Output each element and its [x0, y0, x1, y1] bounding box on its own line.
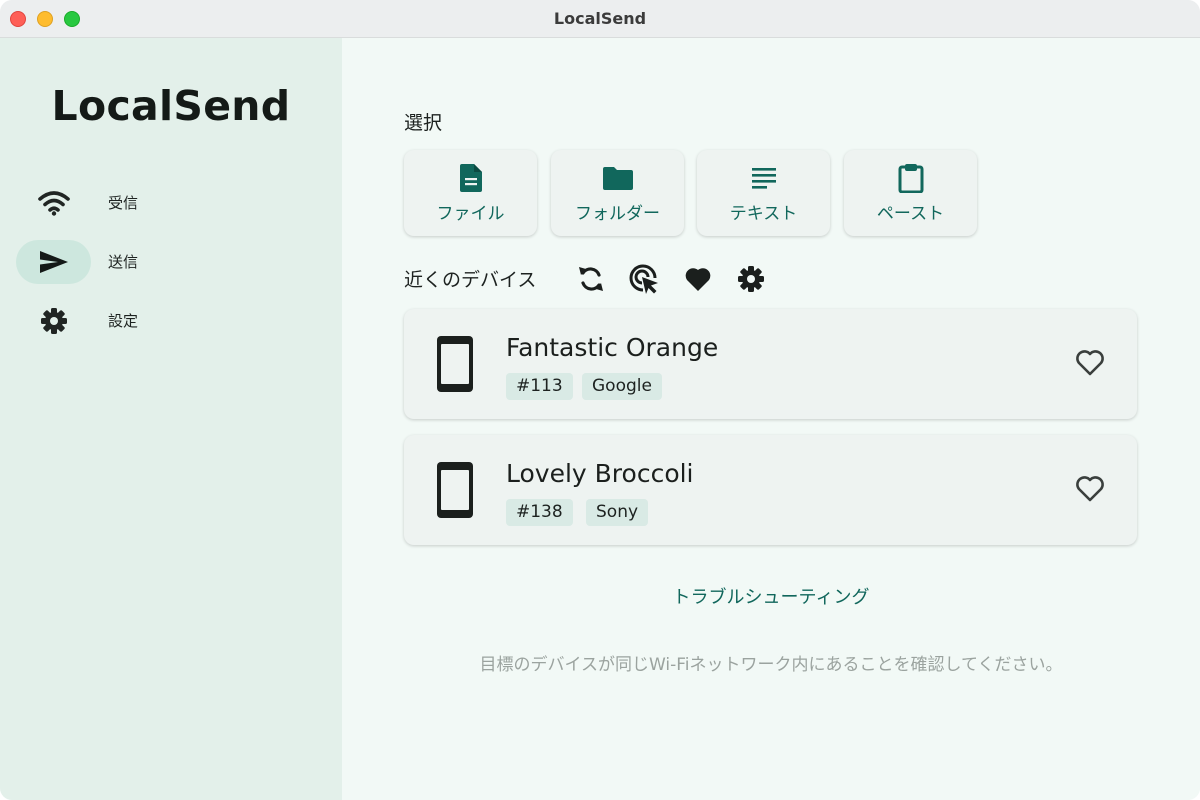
heart-outline-icon[interactable]	[1073, 346, 1107, 380]
window-title: LocalSend	[553, 9, 647, 28]
heart-outline-icon[interactable]	[1073, 472, 1107, 506]
wifi-icon	[16, 181, 91, 225]
gear-icon	[16, 299, 91, 343]
sidebar-item-label: 設定	[108, 312, 139, 330]
smartphone-icon	[436, 461, 474, 523]
clipboard-icon	[898, 164, 924, 193]
device-card[interactable]: Fantastic Orange #113 Google	[404, 309, 1137, 419]
select-paste-button[interactable]: ペースト	[844, 150, 977, 236]
sidebar-item-send[interactable]: 送信	[16, 240, 316, 284]
sidebar-item-settings[interactable]: 設定	[16, 299, 316, 343]
folder-icon	[602, 164, 633, 192]
troubleshooting-link[interactable]: トラブルシューティング	[342, 583, 1200, 609]
select-text-button[interactable]: テキスト	[697, 150, 830, 236]
selection-title: 選択	[404, 112, 443, 134]
refresh-icon[interactable]	[576, 264, 606, 294]
device-name: Lovely Broccoli	[506, 459, 694, 488]
select-text-label: テキスト	[729, 204, 798, 224]
device-name: Fantastic Orange	[506, 333, 719, 362]
device-id-tag: #113	[506, 373, 573, 400]
app-title: LocalSend	[51, 82, 291, 130]
target-click-icon[interactable]	[629, 264, 659, 294]
select-paste-label: ペースト	[876, 204, 945, 224]
favorite-heart-icon[interactable]	[683, 264, 713, 294]
sidebar-item-receive[interactable]: 受信	[16, 181, 316, 225]
gear-icon[interactable]	[736, 264, 766, 294]
file-icon	[459, 164, 482, 192]
sidebar-item-label: 受信	[108, 194, 139, 212]
select-file-button[interactable]: ファイル	[404, 150, 537, 236]
title-bar: LocalSend	[0, 0, 1200, 38]
device-brand-tag: Sony	[586, 499, 649, 526]
device-card[interactable]: Lovely Broccoli #138 Sony	[404, 435, 1137, 545]
app-window: LocalSend LocalSend 受信 送信 設定 選択 ファイル フォル…	[0, 0, 1200, 800]
smartphone-icon	[436, 335, 474, 397]
select-file-label: ファイル	[436, 204, 505, 224]
sidebar-item-label: 送信	[108, 253, 139, 271]
sidebar: LocalSend 受信 送信 設定	[0, 38, 342, 800]
nearby-devices-title: 近くのデバイス	[404, 269, 537, 291]
device-brand-tag: Google	[582, 373, 662, 400]
text-icon	[751, 164, 776, 192]
select-folder-button[interactable]: フォルダー	[551, 150, 684, 236]
network-hint: 目標のデバイスが同じWi-Fiネットワーク内にあることを確認してください。	[479, 655, 1063, 675]
select-folder-label: フォルダー	[575, 204, 660, 224]
send-icon	[16, 240, 91, 284]
main-panel: 選択 ファイル フォルダー テキスト ペースト 近くのデバイス Fantasti…	[342, 38, 1200, 800]
device-id-tag: #138	[506, 499, 573, 526]
